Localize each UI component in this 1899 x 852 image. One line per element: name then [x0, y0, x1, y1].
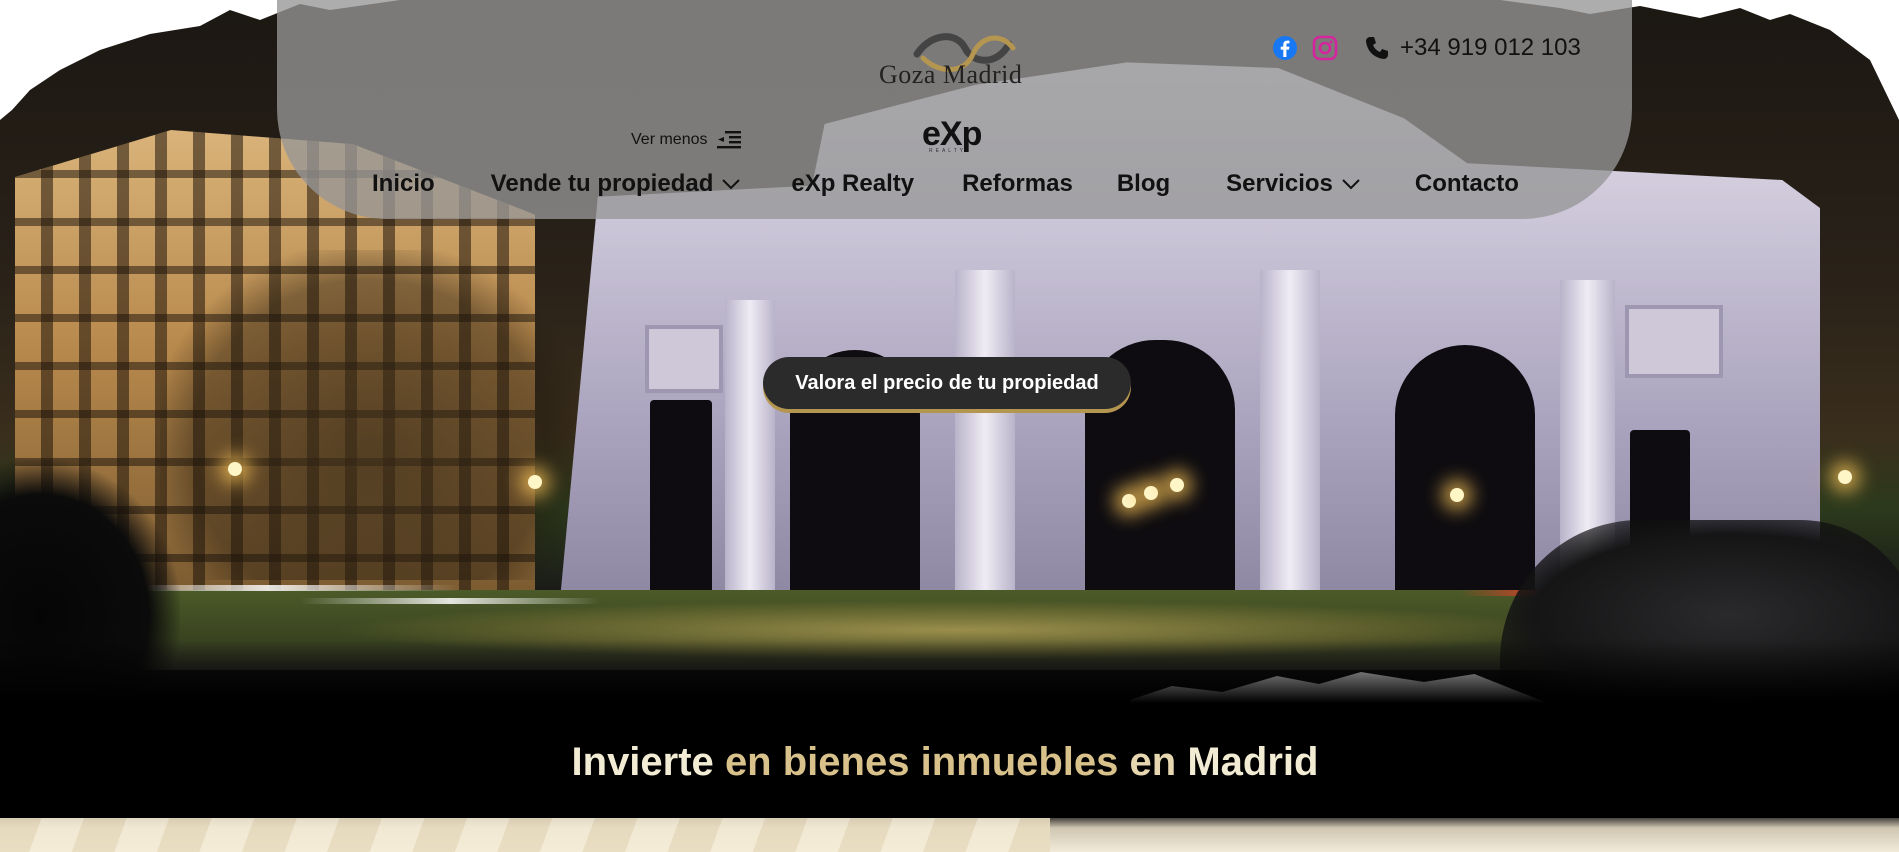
exp-realty-logo-sub: REALTY [929, 148, 967, 154]
gate-column [955, 270, 1015, 600]
site-header: Goza Madrid eXp REALTY Ver menos +34 919… [277, 0, 1632, 219]
nav-item-contacto[interactable]: Contacto [1415, 170, 1519, 198]
headline-word: Invierte [571, 740, 714, 784]
valuation-cta-button[interactable]: Valora el precio de tu propiedad [763, 357, 1131, 409]
nav-label: Vende tu propiedad [490, 170, 714, 197]
light-streak [300, 598, 600, 604]
gate-relief [1625, 305, 1723, 378]
gate-arch [1395, 345, 1535, 600]
street-lamp [228, 462, 242, 476]
nav-item-vende-tu-propiedad[interactable]: Vende tu propiedad [491, 170, 742, 198]
toggle-menu-label: Ver menos [631, 131, 708, 148]
collapse-menu-icon [717, 131, 742, 149]
street-lamp [1122, 494, 1136, 508]
nav-label: Inicio [372, 170, 435, 197]
brand-name: Goza Madrid [879, 60, 1023, 89]
nav-label: Contacto [1414, 170, 1519, 197]
nav-item-reformas[interactable]: Reformas [962, 170, 1073, 198]
nav-label: Reformas [962, 170, 1073, 197]
gate-arch [650, 400, 712, 600]
street-lamp [528, 475, 542, 489]
nav-label: eXp Realty [791, 170, 915, 197]
instagram-icon[interactable] [1312, 35, 1338, 61]
nav-item-inicio[interactable]: Inicio [372, 170, 435, 198]
gate-column [1260, 270, 1320, 600]
headline-highlight: bienes inmuebles [782, 740, 1119, 784]
main-navigation: Inicio Vende tu propiedad eXp Realty Ref… [372, 170, 1519, 198]
headline-word: en [724, 740, 772, 784]
headline-word: Madrid [1187, 740, 1319, 784]
street-lamp [1450, 488, 1464, 502]
next-section-preview [0, 815, 1899, 852]
trees [160, 250, 580, 580]
phone-icon [1366, 37, 1388, 59]
street-lamp [1144, 486, 1158, 500]
chevron-down-icon [1342, 179, 1360, 190]
facebook-icon[interactable] [1272, 35, 1298, 61]
nav-label: Blog [1116, 170, 1171, 197]
section-headline: Invierte en bienes inmuebles en Madrid [0, 740, 1890, 785]
phone-link[interactable]: +34 919 012 103 [1364, 34, 1581, 62]
street-lamp [1838, 470, 1852, 484]
nav-item-exp-realty[interactable]: eXp Realty [791, 170, 914, 198]
headline-word: en [1129, 740, 1177, 784]
chevron-down-icon [722, 179, 741, 190]
nav-item-blog[interactable]: Blog [1117, 170, 1170, 198]
social-links: +34 919 012 103 [1272, 34, 1581, 62]
hero-fade [0, 640, 1899, 705]
next-section-image [0, 815, 1050, 852]
toggle-menu-button[interactable]: Ver menos [631, 130, 742, 150]
nav-item-servicios[interactable]: Servicios [1226, 170, 1361, 198]
nav-label: Servicios [1226, 170, 1333, 197]
street-lamp [1170, 478, 1184, 492]
phone-number: +34 919 012 103 [1400, 34, 1581, 61]
gate-relief [645, 325, 723, 393]
gate-column [725, 300, 775, 600]
